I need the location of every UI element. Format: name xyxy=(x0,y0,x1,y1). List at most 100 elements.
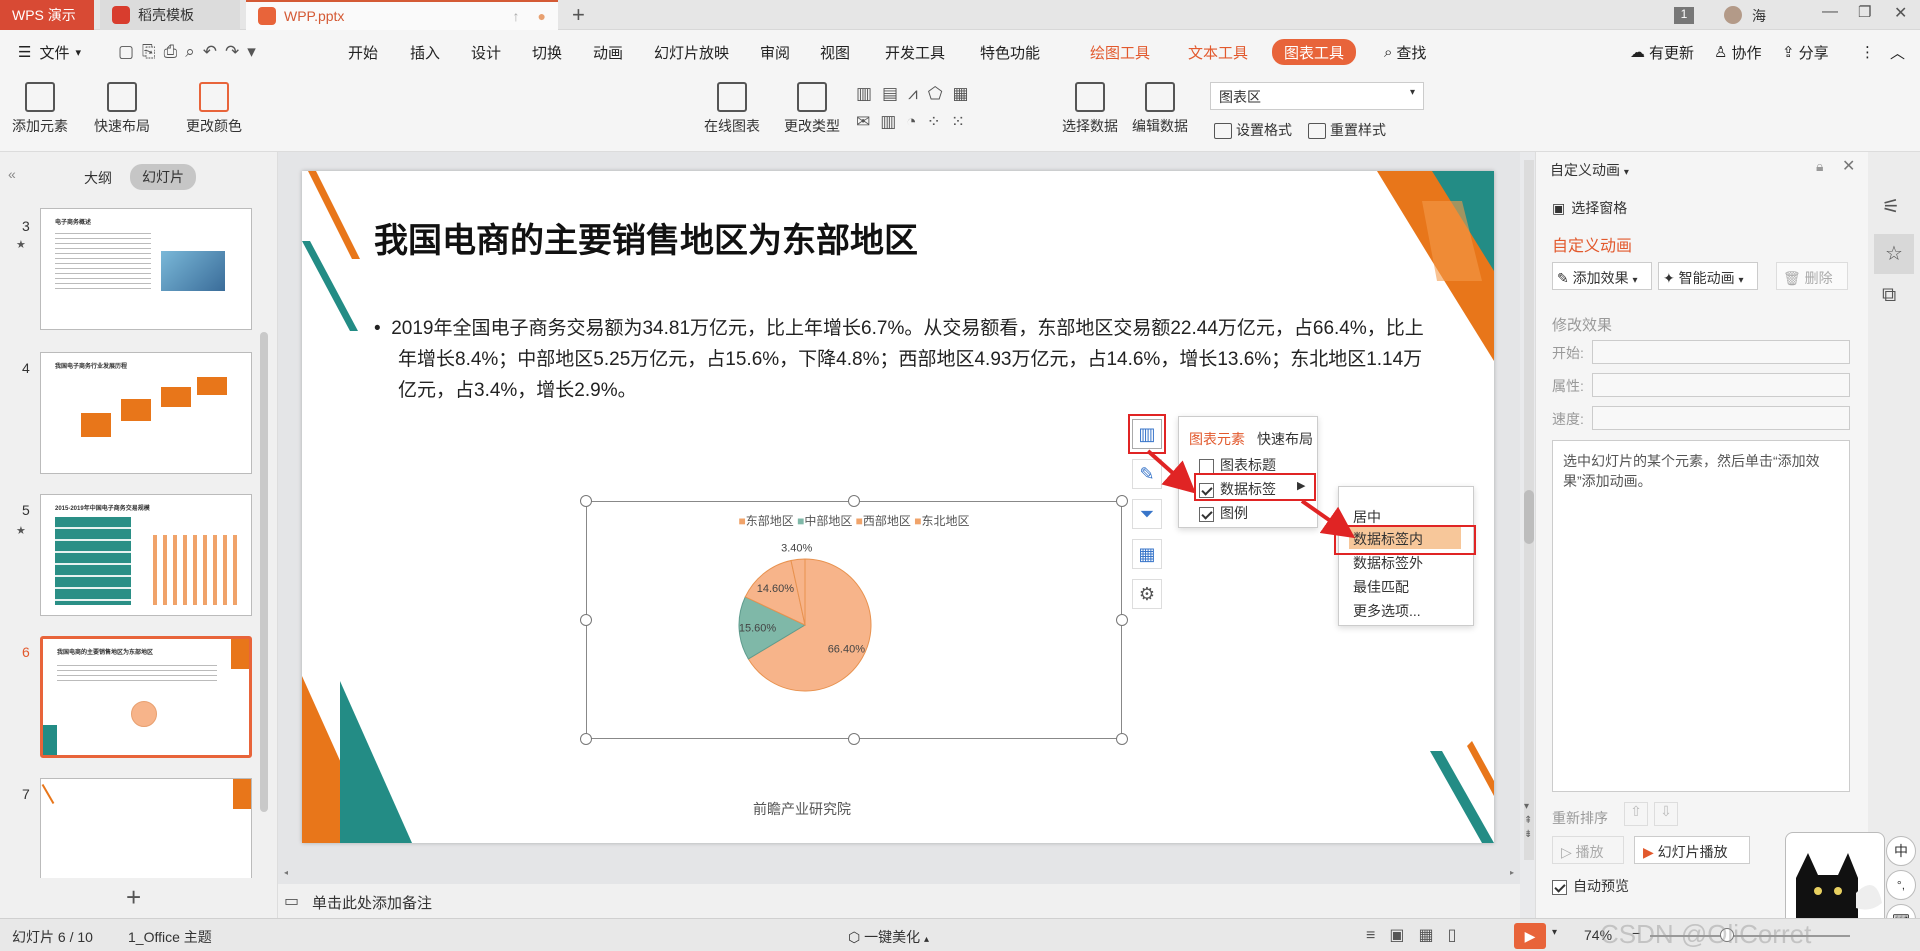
menu-review[interactable]: 审阅 xyxy=(760,30,790,74)
resize-handle[interactable] xyxy=(848,733,860,745)
close-icon[interactable]: ✕ xyxy=(1894,3,1907,23)
menu-item-best-fit[interactable]: 最佳匹配 xyxy=(1353,577,1409,597)
theme-name[interactable]: 1_Office 主题 xyxy=(128,927,212,947)
menu-item-outside-end[interactable]: 数据标签外 xyxy=(1353,553,1423,573)
reset-style-button[interactable]: 重置样式 xyxy=(1308,120,1386,140)
collapse-ribbon-icon[interactable]: ︿ xyxy=(1890,30,1905,74)
menu-insert[interactable]: 插入 xyxy=(410,30,440,74)
auto-preview-checkbox[interactable] xyxy=(1552,879,1567,895)
slide-thumbnail[interactable] xyxy=(40,778,252,878)
filter-icon[interactable]: ⏷ xyxy=(1132,499,1162,529)
update-button[interactable]: ☁ 有更新 xyxy=(1630,30,1694,74)
option-legend[interactable]: 图例 xyxy=(1199,503,1248,523)
minimize-icon[interactable]: — xyxy=(1822,3,1838,21)
beautify-button[interactable]: ⬡ 一键美化 ▴ xyxy=(848,927,929,947)
slide-title[interactable]: 我国电商的主要销售地区为东部地区 xyxy=(374,213,918,262)
resize-handle[interactable] xyxy=(848,495,860,507)
scrollbar[interactable] xyxy=(260,332,268,812)
new-tab-icon[interactable]: + xyxy=(572,2,585,28)
mascot-widget[interactable] xyxy=(1785,832,1885,932)
punctuation-icon[interactable]: °, xyxy=(1886,870,1916,900)
online-chart-button[interactable]: 在线图表 xyxy=(704,82,760,136)
menu-chart-tools[interactable]: 图表工具 xyxy=(1272,39,1357,65)
menu-text-tools[interactable]: 文本工具 xyxy=(1188,30,1248,74)
share-button[interactable]: ⇪ 分享 xyxy=(1782,30,1829,74)
select-pane-link[interactable]: ▣ 选择窗格 xyxy=(1552,198,1627,218)
chart-element-select[interactable]: 图表区 ▾ xyxy=(1210,82,1424,110)
tab-daoke-template[interactable]: 稻壳模板 xyxy=(100,0,240,30)
menu-developer[interactable]: 开发工具 xyxy=(885,30,945,74)
more-icon[interactable]: ⋮ xyxy=(1860,30,1875,74)
pie-chart[interactable]: 66.40% 15.60% 14.60% 3.40% xyxy=(587,502,1123,740)
menu-transition[interactable]: 切换 xyxy=(532,30,562,74)
lock-icon[interactable]: 🔒︎ xyxy=(1816,158,1823,175)
play-slideshow-icon[interactable]: ▶ xyxy=(1514,923,1546,949)
resize-handle[interactable] xyxy=(580,733,592,745)
animation-list[interactable]: 选中幻灯片的某个元素，然后单击“添加效果”添加动画。 xyxy=(1552,440,1850,792)
menu-item-more-options[interactable]: 更多选项... xyxy=(1353,601,1421,621)
tab-document[interactable]: WPP.pptx ↑ ● xyxy=(246,0,558,30)
menu-start[interactable]: 开始 xyxy=(348,30,378,74)
panel-header[interactable]: 自定义动画 ▾ xyxy=(1550,160,1629,180)
add-element-button[interactable]: 添加元素 xyxy=(12,82,68,136)
play-button[interactable]: ▷ 播放 xyxy=(1552,836,1624,864)
resize-handle[interactable] xyxy=(580,614,592,626)
smart-animation-button[interactable]: ✦ 智能动画 ▾ xyxy=(1658,262,1758,290)
slide-thumbnail[interactable]: 我国电子商务行业发展历程 xyxy=(40,352,252,474)
resize-handle[interactable] xyxy=(1116,495,1128,507)
online-chart-icon[interactable]: ▦ xyxy=(1132,539,1162,569)
property-select[interactable] xyxy=(1592,373,1850,397)
slide-canvas[interactable]: 我国电商的主要销售地区为东部地区 • 2019年全国电子商务交易额为34.81万… xyxy=(302,171,1494,843)
resize-handle[interactable] xyxy=(580,495,592,507)
menu-features[interactable]: 特色功能 xyxy=(980,30,1040,74)
add-effect-button[interactable]: ✎ 添加效果 ▾ xyxy=(1552,262,1652,290)
avatar[interactable] xyxy=(1724,6,1742,24)
page-nav-icons[interactable]: ▾ ⇞ ⇟ xyxy=(1524,800,1532,842)
move-up-icon[interactable]: ⇧ xyxy=(1624,802,1648,826)
select-data-button[interactable]: 选择数据 xyxy=(1062,82,1118,136)
chart-elements-icon[interactable]: ▥ xyxy=(1132,419,1162,449)
auto-preview-option[interactable]: 自动预览 xyxy=(1552,876,1629,896)
notes-bar[interactable]: ▭ 单击此处添加备注 xyxy=(278,884,1520,918)
quick-layout-button[interactable]: 快速布局 xyxy=(94,82,150,136)
chart-type-icons-row2[interactable]: ✉▥◔⁘⁙ xyxy=(856,112,975,132)
tab-outline[interactable]: 大纲 xyxy=(84,168,112,188)
menu-drawing-tools[interactable]: 绘图工具 xyxy=(1090,30,1150,74)
menu-slideshow[interactable]: 幻灯片放映 xyxy=(654,30,729,74)
resize-handle[interactable] xyxy=(1116,614,1128,626)
slide-thumbnail[interactable]: 电子商务概述 xyxy=(40,208,252,330)
delete-button[interactable]: 🗑︎ 删除 xyxy=(1776,262,1848,290)
slide-bullet[interactable]: • 2019年全国电子商务交易额为34.81万亿元，比上年增长6.7%。从交易额… xyxy=(374,313,1434,406)
properties-icon[interactable]: ⚟ xyxy=(1882,194,1900,219)
tab-chart-elements[interactable]: 图表元素 xyxy=(1189,429,1245,449)
chart-frame[interactable]: ■东部地区 ■中部地区 ■西部地区 ■东北地区 66.40% 15.60% 14.6… xyxy=(586,501,1122,739)
collapse-panel-icon[interactable]: « xyxy=(8,166,16,182)
slide-thumbnail[interactable]: 2015-2019年中国电子商务交易规模 xyxy=(40,494,252,616)
data-label[interactable]: 3.40% xyxy=(781,542,812,554)
data-label[interactable]: 15.60% xyxy=(739,622,777,634)
user-name[interactable]: 海 xyxy=(1752,6,1766,26)
change-color-button[interactable]: 更改颜色 xyxy=(186,82,242,136)
slideshow-button[interactable]: ▶ 幻灯片播放 xyxy=(1634,836,1750,864)
set-format-button[interactable]: 设置格式 xyxy=(1214,120,1292,140)
collaborate-button[interactable]: ♙ 协作 xyxy=(1714,30,1761,74)
restore-icon[interactable]: ❐ xyxy=(1858,3,1871,21)
menu-view[interactable]: 视图 xyxy=(820,30,850,74)
speed-select[interactable] xyxy=(1592,406,1850,430)
change-type-button[interactable]: 更改类型 xyxy=(784,82,840,136)
window-count-badge[interactable]: 1 xyxy=(1674,7,1694,24)
chart-type-icons-row1[interactable]: ▥▤⩘⬠▦ xyxy=(856,84,979,104)
add-slide-icon[interactable]: + xyxy=(126,882,141,913)
horizontal-scrollbar[interactable]: ◂ ▸ xyxy=(284,868,1514,877)
data-label[interactable]: 14.60% xyxy=(757,583,795,595)
view-mode-icons[interactable]: ≡▣▦▯ xyxy=(1366,925,1470,945)
menu-animation[interactable]: 动画 xyxy=(593,30,623,74)
slide-thumbnail-selected[interactable]: 我国电商的主要销售地区为东部地区 xyxy=(40,636,252,758)
animation-star-icon[interactable]: ☆ xyxy=(1874,234,1914,274)
brush-icon[interactable]: ✎ xyxy=(1132,459,1162,489)
source-caption[interactable]: 前瞻产业研究院 xyxy=(302,799,1302,819)
file-menu[interactable]: ☰ 文件 ▾ xyxy=(18,30,81,74)
resize-handle[interactable] xyxy=(1116,733,1128,745)
vertical-scrollbar-thumb[interactable] xyxy=(1524,490,1534,544)
tab-slides[interactable]: 幻灯片 xyxy=(130,164,196,190)
